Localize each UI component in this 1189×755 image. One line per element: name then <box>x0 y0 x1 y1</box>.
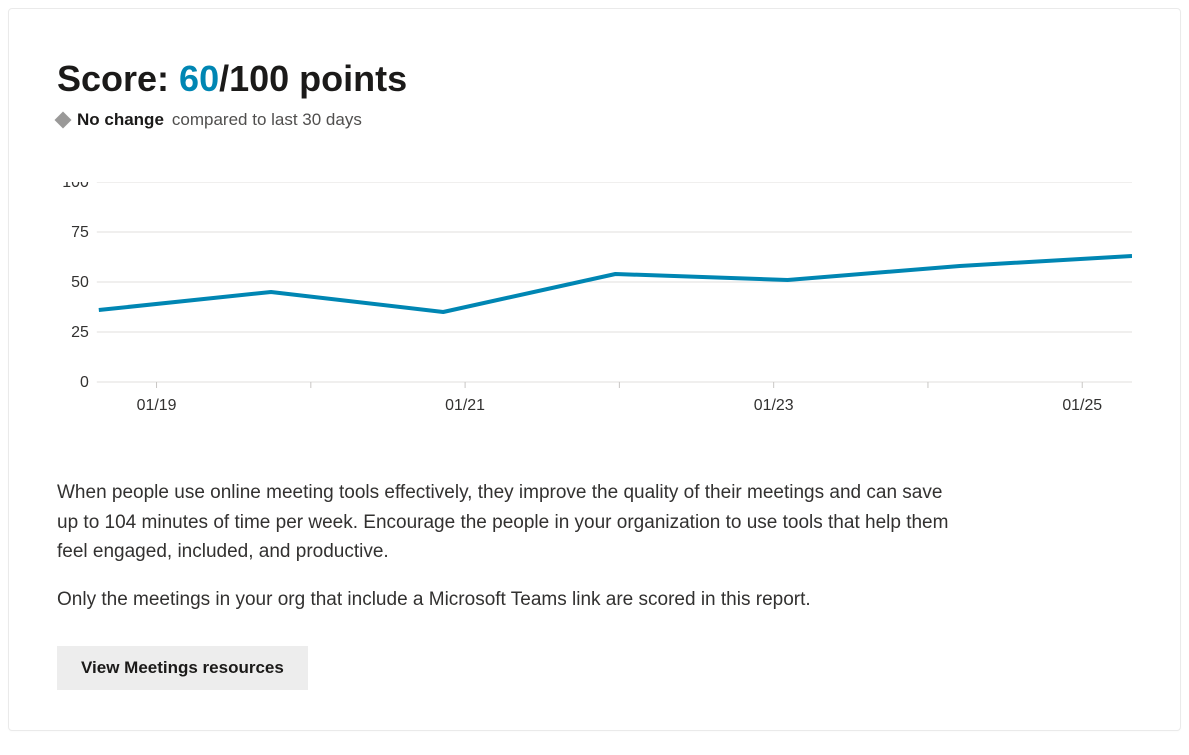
score-trend-chart: 0 25 50 75 100 01/19 01/21 01/23 01/25 <box>57 182 1132 432</box>
svg-text:100: 100 <box>62 182 89 191</box>
change-indicator: No change compared to last 30 days <box>57 110 1132 130</box>
score-prefix: Score: <box>57 58 179 99</box>
change-status: No change <box>77 110 164 130</box>
change-context: compared to last 30 days <box>172 110 362 130</box>
svg-text:01/25: 01/25 <box>1062 397 1102 414</box>
svg-text:75: 75 <box>71 224 89 241</box>
svg-text:01/21: 01/21 <box>445 397 485 414</box>
score-value: 60 <box>179 58 219 99</box>
diamond-icon <box>55 112 72 129</box>
description-block: When people use online meeting tools eff… <box>57 478 957 614</box>
svg-text:01/19: 01/19 <box>137 397 177 414</box>
score-card: Score: 60/100 points No change compared … <box>8 8 1181 731</box>
svg-text:01/23: 01/23 <box>754 397 794 414</box>
svg-text:0: 0 <box>80 374 89 391</box>
description-paragraph-2: Only the meetings in your org that inclu… <box>57 585 957 614</box>
chart-svg: 0 25 50 75 100 01/19 01/21 01/23 01/25 <box>57 182 1132 432</box>
svg-text:50: 50 <box>71 274 89 291</box>
score-suffix: /100 points <box>219 58 407 99</box>
view-resources-button[interactable]: View Meetings resources <box>57 646 308 690</box>
description-paragraph-1: When people use online meeting tools eff… <box>57 478 957 566</box>
svg-text:25: 25 <box>71 324 89 341</box>
score-heading: Score: 60/100 points <box>57 57 1132 100</box>
